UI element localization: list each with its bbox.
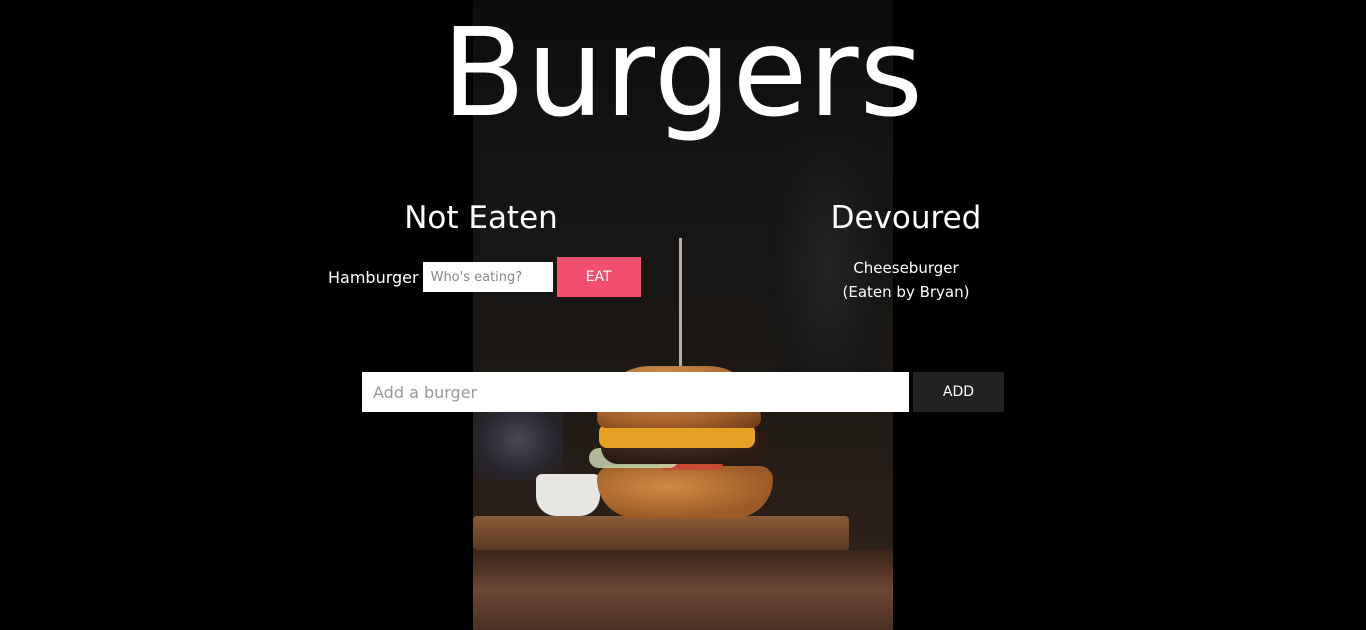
- devoured-eaten-by: (Eaten by Bryan): [842, 283, 970, 301]
- eat-button[interactable]: EAT: [556, 257, 641, 297]
- not-eaten-heading: Not Eaten: [404, 200, 558, 236]
- burger-list-item: Hamburger EAT: [328, 257, 641, 297]
- devoured-list-item: Cheeseburger (Eaten by Bryan): [720, 256, 1092, 304]
- add-burger-form: ADD: [362, 372, 1004, 412]
- devoured-column: Devoured Cheeseburger (Eaten by Bryan): [720, 196, 1092, 304]
- devoured-heading: Devoured: [830, 200, 982, 236]
- page-title: Burgers: [441, 2, 925, 144]
- eater-name-input[interactable]: [422, 262, 553, 292]
- not-eaten-column: Not Eaten: [300, 196, 662, 240]
- add-burger-input[interactable]: [362, 372, 909, 412]
- burger-name: Hamburger: [328, 267, 419, 287]
- add-button[interactable]: ADD: [913, 372, 1004, 412]
- devoured-burger-name: Cheeseburger: [853, 259, 959, 277]
